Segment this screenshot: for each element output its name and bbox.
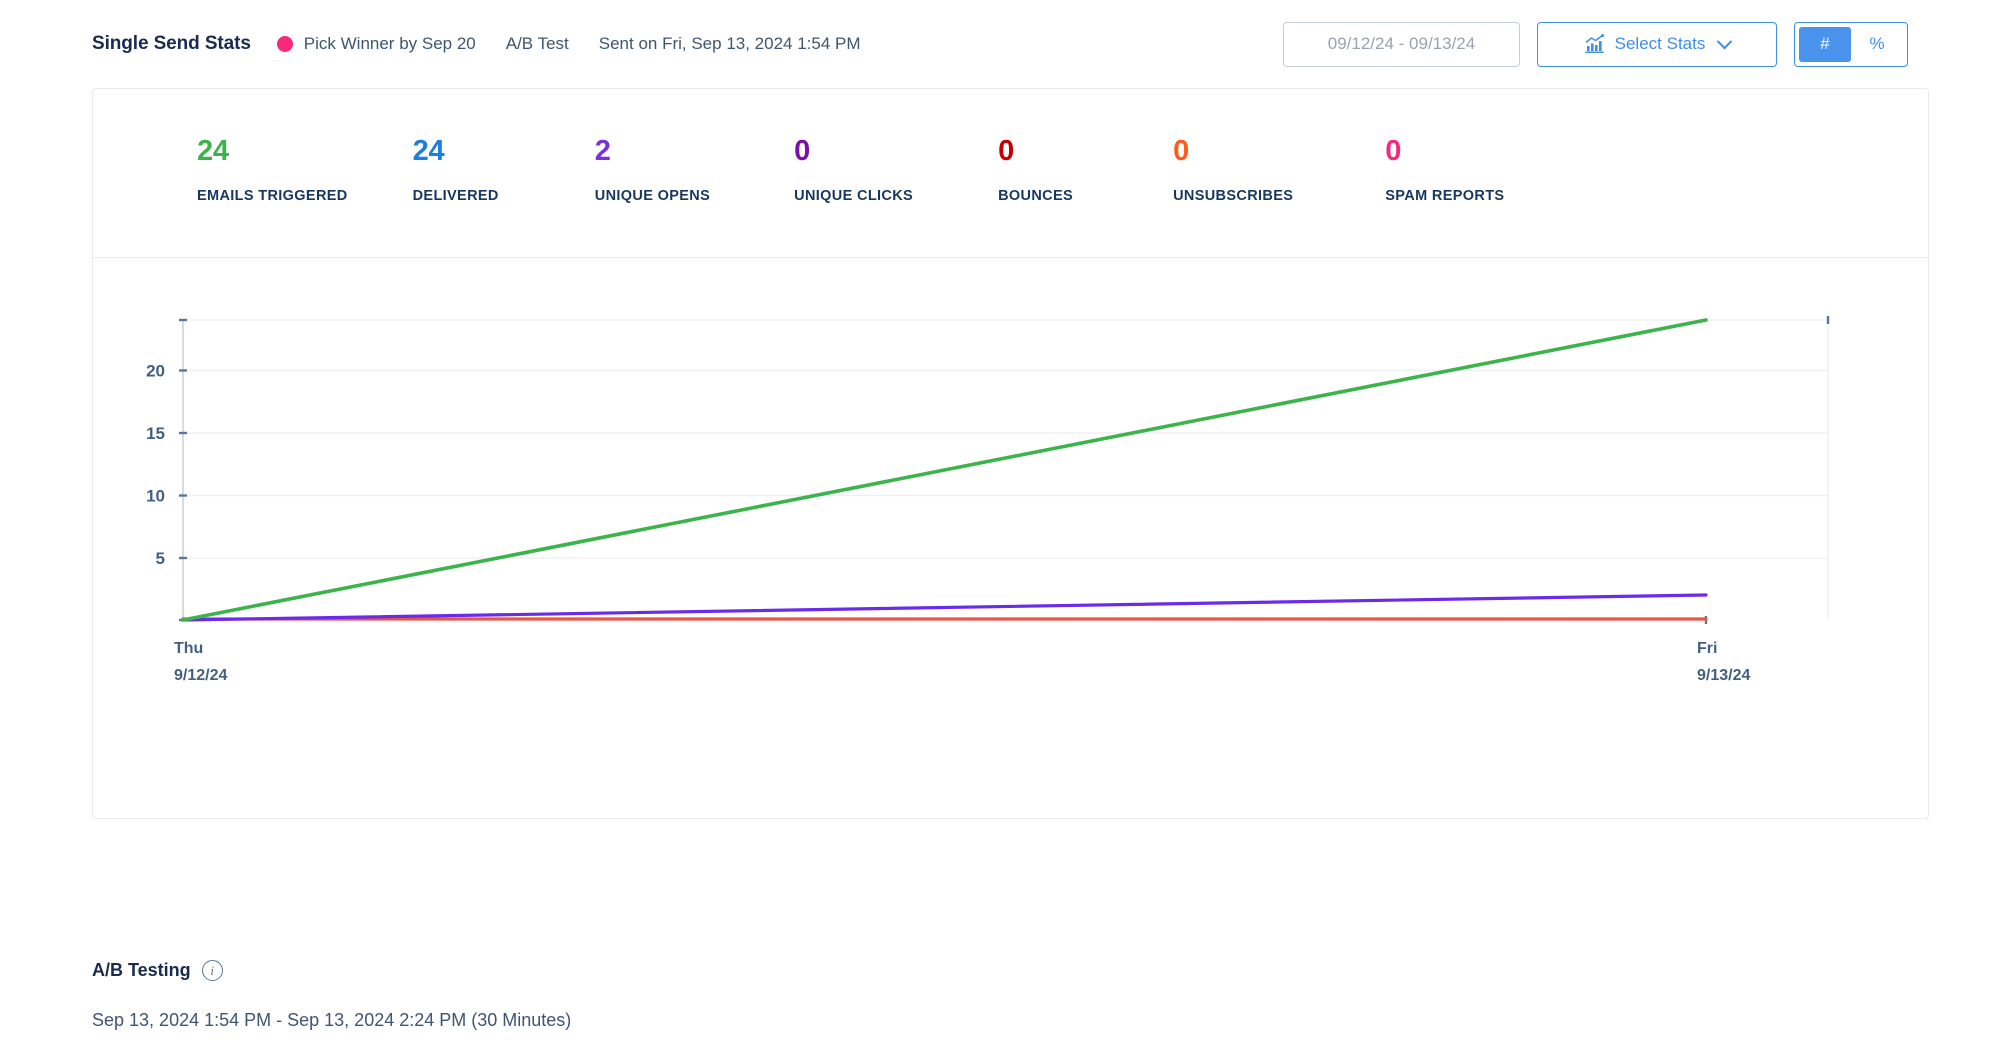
metric-label: UNIQUE OPENS bbox=[594, 188, 711, 204]
unit-toggle-percent[interactable]: % bbox=[1851, 27, 1903, 62]
unit-toggle-group: # % bbox=[1794, 21, 1908, 67]
select-stats-label: Select Stats bbox=[1614, 34, 1706, 53]
ab-testing-title: A/B Testing bbox=[92, 960, 191, 980]
x-tick-label-date-1: 9/13/24 bbox=[1697, 667, 1750, 684]
metrics-row: 24 EMAILS TRIGGERED 24 DELIVERED 2 UNIQU… bbox=[93, 89, 1928, 258]
info-icon[interactable]: i bbox=[201, 960, 223, 981]
ab-testing-heading-row: A/B Testing i bbox=[92, 960, 1292, 981]
bar-chart-trend-icon bbox=[1584, 34, 1605, 54]
metric-label: DELIVERED bbox=[412, 188, 499, 204]
date-range-input[interactable]: 09/12/24 - 09/13/24 bbox=[1283, 21, 1520, 67]
chart-series-unique-opens bbox=[181, 593, 1708, 622]
unit-toggle-number[interactable]: # bbox=[1799, 26, 1851, 62]
ab-testing-section: A/B Testing i Sep 13, 2024 1:54 PM - Sep… bbox=[92, 960, 1292, 1031]
metric-value: 24 bbox=[412, 135, 445, 167]
metric-unique-clicks[interactable]: 0 UNIQUE CLICKS bbox=[794, 137, 913, 257]
chart-gridlines bbox=[183, 319, 1828, 559]
ab-testing-date-range: Sep 13, 2024 1:54 PM - Sep 13, 2024 2:24… bbox=[92, 1010, 572, 1030]
x-tick-label-date-0: 9/12/24 bbox=[174, 667, 227, 684]
header-left-group: Single Send Stats Pick Winner by Sep 20 … bbox=[92, 33, 1283, 55]
chart-series-emails-triggered bbox=[181, 318, 1708, 622]
metric-value: 0 bbox=[1173, 135, 1189, 167]
sent-on-label: Sent on Fri, Sep 13, 2024 1:54 PM bbox=[598, 34, 861, 53]
metric-value: 24 bbox=[197, 135, 229, 167]
pick-winner-label: Pick Winner by Sep 20 bbox=[303, 34, 476, 53]
metric-label: EMAILS TRIGGERED bbox=[197, 188, 348, 204]
y-tick-label-20: 20 bbox=[146, 362, 165, 381]
y-tick-label-15: 15 bbox=[146, 424, 165, 443]
metric-value: 0 bbox=[998, 135, 1014, 167]
pick-winner-status: Pick Winner by Sep 20 bbox=[276, 34, 476, 54]
x-tick-label-day-0: Thu bbox=[174, 640, 203, 657]
status-dot-icon bbox=[276, 36, 293, 52]
y-tick-label-10: 10 bbox=[146, 487, 165, 506]
metrics-inner: 24 EMAILS TRIGGERED 24 DELIVERED 2 UNIQU… bbox=[93, 89, 1928, 257]
stats-card: 24 EMAILS TRIGGERED 24 DELIVERED 2 UNIQU… bbox=[92, 88, 1929, 819]
metric-label: UNIQUE CLICKS bbox=[794, 188, 914, 204]
metric-value: 0 bbox=[794, 135, 810, 167]
y-tick-label-5: 5 bbox=[156, 549, 165, 568]
chevron-down-icon bbox=[1717, 33, 1733, 49]
ab-test-badge: A/B Test bbox=[505, 34, 569, 53]
metric-unsubscribes[interactable]: 0 UNSUBSCRIBES bbox=[1173, 137, 1293, 257]
header-bar: Single Send Stats Pick Winner by Sep 20 … bbox=[0, 0, 2000, 88]
select-stats-button[interactable]: Select Stats bbox=[1537, 21, 1777, 67]
metric-value: 0 bbox=[1385, 135, 1402, 167]
stats-line-chart[interactable]: 20 15 10 5 Thu 9/12/24 Fri 9/13/24 bbox=[93, 258, 1928, 818]
metric-delivered[interactable]: 24 DELIVERED bbox=[413, 137, 499, 257]
chart-x-ticks bbox=[1704, 316, 1830, 624]
metric-label: UNSUBSCRIBES bbox=[1173, 188, 1294, 204]
metric-unique-opens[interactable]: 2 UNIQUE OPENS bbox=[595, 137, 710, 257]
chart-region: 20 15 10 5 Thu 9/12/24 Fri 9/13/24 bbox=[93, 258, 1928, 818]
metric-label: SPAM REPORTS bbox=[1385, 188, 1505, 204]
metric-bounces[interactable]: 0 BOUNCES bbox=[998, 137, 1073, 257]
metric-emails-triggered[interactable]: 24 EMAILS TRIGGERED bbox=[197, 137, 348, 257]
page-title: Single Send Stats bbox=[92, 33, 251, 54]
metric-label: BOUNCES bbox=[998, 188, 1074, 204]
header-right-group: 09/12/24 - 09/13/24 Select Stats # % bbox=[1283, 21, 1908, 67]
metric-value: 2 bbox=[594, 135, 611, 167]
metric-spam-reports[interactable]: 0 SPAM REPORTS bbox=[1385, 137, 1504, 257]
x-tick-label-day-1: Fri bbox=[1697, 640, 1717, 657]
